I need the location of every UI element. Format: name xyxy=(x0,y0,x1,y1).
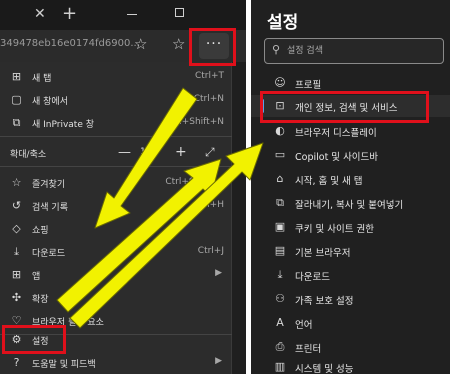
cookies-icon: ▣ xyxy=(274,220,286,233)
settings-item-downloads[interactable]: ⤓ 다운로드 xyxy=(251,264,450,286)
zoom-in-button[interactable]: + xyxy=(175,144,187,160)
menu-item-label: 즐겨찾기 xyxy=(32,180,66,190)
settings-item-copilot[interactable]: ▭ Copilot 및 사이드바 xyxy=(251,144,450,166)
menu-item-new-window[interactable]: ▢ 새 창에서 Ctrl+N xyxy=(0,89,232,111)
menu-divider xyxy=(0,166,232,167)
zoom-out-button[interactable]: — xyxy=(118,145,131,160)
close-tab-icon[interactable]: ✕ xyxy=(34,6,46,22)
shopping-icon: ◇ xyxy=(12,222,21,235)
printer-icon: ⎙ xyxy=(275,340,285,353)
menu-item-shortcut: Ctrl+Shift+N xyxy=(165,117,224,127)
settings-item-label: 브라우저 디스플레이 xyxy=(295,128,377,139)
url-text[interactable]: 349478eb16e0174fd6900... xyxy=(0,38,140,49)
menu-item-label: 새 창에서 xyxy=(32,97,68,107)
highlight-box-more xyxy=(189,28,236,66)
search-icon: ⚲ xyxy=(272,43,281,56)
menu-item-label: 검색 기록 xyxy=(32,203,68,213)
menu-item-zoom: 확대/축소 — 100 + ⤢ xyxy=(0,142,232,164)
system-icon: ▥ xyxy=(274,360,286,373)
default-browser-icon: ▤ xyxy=(274,244,286,257)
settings-item-label: 프로필 xyxy=(295,80,322,91)
family-icon: ⚇ xyxy=(275,292,285,305)
settings-item-start-home[interactable]: ⌂ 시작, 홈 및 새 탭 xyxy=(251,168,450,190)
download-icon: ⤓ xyxy=(14,245,19,258)
copilot-icon: ▭ xyxy=(274,148,286,161)
menu-item-inprivate[interactable]: ⧉ 새 InPrivate 창 Ctrl+Shift+N xyxy=(0,112,232,134)
chevron-right-icon: ▶ xyxy=(215,268,222,278)
new-window-icon: ▢ xyxy=(11,93,22,106)
search-input[interactable] xyxy=(287,43,437,59)
star-icon[interactable]: ☆ xyxy=(134,35,147,53)
fullscreen-icon[interactable]: ⤢ xyxy=(205,145,215,160)
menu-item-label: 새 InPrivate 창 xyxy=(32,120,95,130)
menu-item-favorites[interactable]: ☆ 즐겨찾기 Ctrl+Shift+O xyxy=(0,172,232,194)
apps-icon: ⊞ xyxy=(11,268,22,281)
settings-item-label: 시작, 홈 및 새 탭 xyxy=(295,176,363,187)
menu-item-apps[interactable]: ⊞ 앱 ▶ xyxy=(0,264,232,286)
menu-item-shortcut: Ctrl+Shift+O xyxy=(165,177,224,187)
extensions-icon: ✣ xyxy=(11,291,22,304)
settings-item-label: 쿠키 및 사이트 권한 xyxy=(295,224,374,235)
settings-item-label: 시스템 및 성능 xyxy=(295,364,354,374)
tab-strip: ✕ + xyxy=(0,0,246,30)
zoom-label: 확대/축소 xyxy=(10,150,47,160)
menu-item-new-tab[interactable]: ⊞ 새 탭 Ctrl+T xyxy=(0,66,232,88)
help-icon: ? xyxy=(13,356,20,369)
menu-item-shortcut: Ctrl+H xyxy=(193,200,224,210)
menu-item-shortcut: Ctrl+J xyxy=(197,246,224,256)
new-tab-button[interactable]: + xyxy=(62,3,77,24)
minimize-button[interactable] xyxy=(127,14,137,15)
settings-item-label: 가족 보호 설정 xyxy=(295,296,354,307)
page-title: 설정 xyxy=(267,13,299,33)
maximize-button[interactable] xyxy=(175,8,184,17)
settings-item-label: 프린터 xyxy=(295,344,322,355)
language-icon: A xyxy=(276,316,284,329)
new-tab-icon: ⊞ xyxy=(11,70,22,83)
menu-item-label: 앱 xyxy=(32,272,41,282)
history-icon: ↺ xyxy=(11,199,22,212)
favorites-icon[interactable]: ☆ xyxy=(172,35,185,53)
settings-item-label: 기본 브라우저 xyxy=(295,248,351,259)
menu-item-label: 도움말 및 피드백 xyxy=(32,360,96,370)
zoom-value: 100 xyxy=(140,147,158,157)
appearance-icon: ◐ xyxy=(275,124,285,137)
home-icon: ⌂ xyxy=(276,172,284,185)
settings-item-default-browser[interactable]: ▤ 기본 브라우저 xyxy=(251,240,450,262)
menu-item-label: 확장 xyxy=(32,295,49,305)
settings-item-appearance[interactable]: ◐ 브라우저 디스플레이 xyxy=(251,120,450,142)
menu-item-downloads[interactable]: ⤓ 다운로드 Ctrl+J xyxy=(0,241,232,263)
menu-item-label: 다운로드 xyxy=(32,249,66,259)
settings-item-family[interactable]: ⚇ 가족 보호 설정 xyxy=(251,288,450,310)
menu-divider xyxy=(0,136,232,137)
inprivate-icon: ⧉ xyxy=(12,116,21,129)
menu-item-label: 새 탭 xyxy=(32,74,52,84)
favorites-icon: ☆ xyxy=(11,176,22,189)
highlight-box-privacy xyxy=(260,91,429,123)
profile-icon: ☺ xyxy=(274,76,286,89)
settings-item-label: 잘라내기, 복사 및 붙여넣기 xyxy=(295,200,404,211)
settings-panel: 설정 ⚲ ☺ 프로필 ⊡ 개인 정보, 검색 및 서비스 ◐ 브라우저 디스플레… xyxy=(251,0,450,374)
menu-item-shortcut: Ctrl+T xyxy=(194,71,224,81)
highlight-box-settings xyxy=(2,325,66,354)
settings-item-label: Copilot 및 사이드바 xyxy=(295,152,379,163)
settings-item-system[interactable]: ▥ 시스템 및 성능 xyxy=(251,356,450,374)
settings-search: ⚲ xyxy=(264,38,444,64)
menu-item-extensions[interactable]: ✣ 확장 xyxy=(0,287,232,309)
menu-item-help[interactable]: ? 도움말 및 피드백 ▶ xyxy=(0,352,232,374)
chevron-right-icon: ▶ xyxy=(215,356,222,366)
settings-item-label: 언어 xyxy=(295,320,313,331)
settings-item-printers[interactable]: ⎙ 프린터 xyxy=(251,336,450,358)
share-icon: ⧉ xyxy=(276,196,284,209)
settings-item-cookies[interactable]: ▣ 쿠키 및 사이트 권한 xyxy=(251,216,450,238)
menu-item-history[interactable]: ↺ 검색 기록 Ctrl+H xyxy=(0,195,232,217)
settings-item-clipboard[interactable]: ⧉ 잘라내기, 복사 및 붙여넣기 xyxy=(251,192,450,214)
download-icon: ⤓ xyxy=(277,268,283,281)
menu-item-label: 쇼핑 xyxy=(32,226,49,236)
menu-item-shortcut: Ctrl+N xyxy=(193,94,224,104)
settings-item-label: 다운로드 xyxy=(295,272,330,283)
menu-item-shopping[interactable]: ◇ 쇼핑 xyxy=(0,218,232,240)
settings-item-language[interactable]: A 언어 xyxy=(251,312,450,334)
